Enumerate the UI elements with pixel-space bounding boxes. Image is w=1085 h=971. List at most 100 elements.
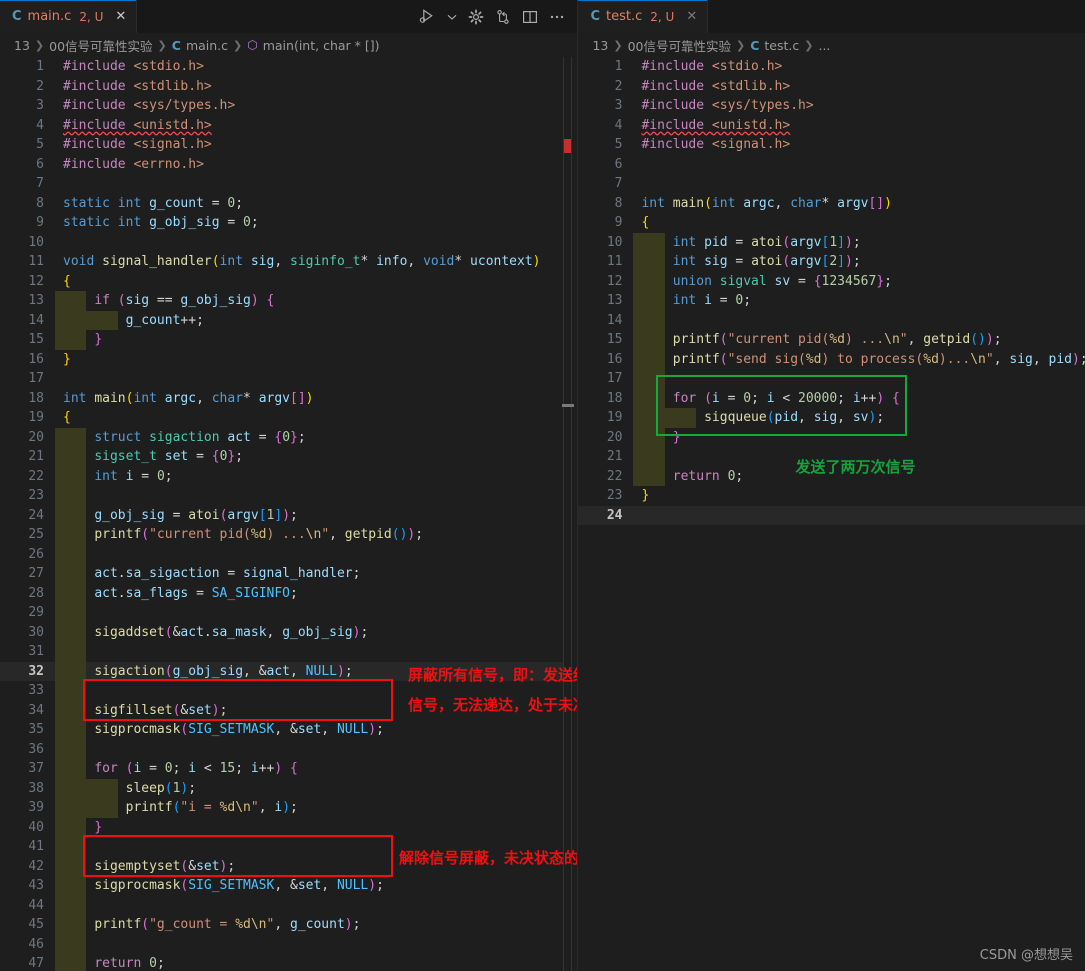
code-token: <errno.h> [133, 156, 204, 172]
code-line: 8 int main(int argc, char* argv[]) [578, 194, 1085, 214]
line-text: #include <signal.h> [633, 135, 1085, 155]
code-token: void [423, 254, 455, 269]
line-number: 15 [28, 332, 44, 347]
code-token: %d [923, 351, 939, 367]
run-and-debug-icon[interactable] [419, 8, 436, 25]
code-token: ; [235, 761, 251, 776]
breadcrumb-folder[interactable]: 00信号可靠性实验 [49, 36, 152, 55]
breadcrumb-symbol[interactable]: main(int, char * []) [263, 38, 380, 53]
line-number: 3 [36, 98, 44, 113]
line-number: 10 [606, 234, 623, 250]
code-line: 10 int pid = atoi(argv[1]); [578, 232, 1085, 252]
code-token: act [180, 624, 204, 640]
code-token: sigaction [149, 429, 220, 445]
editor-group-left: C main.c 2, U ✕ 13 ❯ 00信号可靠性实验 ❯ C main.… [0, 0, 579, 971]
code-token: sig [1009, 351, 1033, 367]
code-token: if [94, 293, 118, 308]
line-number: 43 [28, 878, 44, 893]
code-token: 1 [829, 234, 838, 250]
overview-ruler-left[interactable] [563, 57, 578, 971]
line-text: sigaddset(&act.sa_mask, g_obj_sig); [55, 622, 577, 642]
breadcrumb-file[interactable]: test.c [764, 38, 799, 53]
code-line: 17 [0, 369, 577, 389]
code-editor-left[interactable]: 1 #include <stdio.h> 2 #include <stdlib.h> 3… [0, 57, 578, 971]
line-number: 21 [606, 449, 623, 464]
breadcrumb-root[interactable]: 13 [592, 38, 608, 53]
code-token: ; [290, 800, 298, 815]
code-token: ) [368, 722, 377, 737]
tab-bar-left: C main.c 2, U ✕ [0, 0, 578, 33]
code-token: 2 [829, 254, 838, 269]
code-token: SIG_SETMASK [188, 878, 275, 893]
code-token: g_count [125, 312, 181, 328]
code-token: int [117, 195, 150, 211]
code-token: { [63, 273, 71, 289]
breadcrumb-symbol[interactable]: ... [818, 38, 830, 53]
line-text [55, 486, 577, 506]
code-token: = [250, 429, 275, 445]
gear-icon[interactable] [468, 9, 484, 25]
code-token: ; [290, 585, 298, 601]
code-token: ] [274, 507, 283, 523]
code-token: <signal.h> [133, 137, 212, 152]
code-token: , [266, 624, 283, 640]
code-token: "g_count = [149, 917, 236, 932]
code-line: 22 int i = 0; [0, 466, 577, 486]
line-text: } [55, 330, 577, 350]
code-token: ) [845, 254, 853, 269]
tab-main-c[interactable]: C main.c 2, U ✕ [0, 0, 138, 33]
code-line: 13 if (sig == g_obj_sig) { [0, 291, 577, 311]
line-text: sleep(1); [55, 778, 577, 798]
code-token: \n [235, 800, 251, 815]
breadcrumb-file[interactable]: main.c [186, 38, 228, 53]
line-number: 19 [606, 410, 623, 425]
close-icon[interactable]: ✕ [115, 10, 126, 23]
line-number: 16 [28, 351, 44, 367]
code-token: g_obj_sig [172, 663, 244, 679]
code-token: , [196, 390, 212, 406]
breadcrumb-root[interactable]: 13 [14, 38, 30, 53]
line-text [55, 603, 577, 623]
line-text [633, 310, 1085, 330]
line-number: 4 [36, 117, 44, 133]
code-token: )... [938, 351, 971, 367]
split-editor-icon[interactable] [522, 9, 538, 25]
tab-bar-right: C test.c 2, U ✕ [578, 0, 1085, 33]
line-text: return 0; [55, 954, 577, 971]
code-token: getpid [344, 527, 392, 542]
line-text: int pid = atoi(argv[1]); [633, 232, 1085, 252]
code-token: ucontext [470, 254, 533, 269]
breadcrumb-folder[interactable]: 00信号可靠性实验 [628, 36, 731, 55]
code-line: 21 sigset_t set = {0}; [0, 447, 577, 467]
code-token: ( [211, 254, 220, 269]
code-line: 37 for (i = 0; i < 15; i++) { [0, 759, 577, 779]
code-token: ; [884, 273, 892, 289]
chevron-down-icon[interactable] [447, 12, 457, 22]
code-line: 1 #include <stdio.h> [578, 57, 1085, 77]
line-number: 7 [36, 176, 44, 191]
line-number: 30 [28, 624, 44, 640]
close-icon[interactable]: ✕ [686, 10, 697, 23]
line-text: act.sa_flags = SA_SIGINFO; [55, 583, 577, 603]
line-text: act.sa_sigaction = signal_handler; [55, 564, 577, 584]
code-token: } [94, 332, 103, 347]
code-token: %d [805, 351, 822, 367]
code-token: #include [641, 78, 712, 94]
code-token: #include [641, 98, 712, 113]
line-text: void signal_handler(int sig, siginfo_t* … [55, 252, 577, 272]
line-number: 18 [606, 390, 623, 406]
code-token: <sys/types.h> [133, 98, 236, 113]
code-editor-right[interactable]: 1 #include <stdio.h> 2 #include <stdlib.h> 3… [578, 57, 1085, 971]
source-control-icon[interactable] [495, 9, 511, 25]
tab-test-c[interactable]: C test.c 2, U ✕ [578, 0, 709, 33]
code-line: 26 [0, 544, 577, 564]
more-actions-icon[interactable] [549, 9, 565, 25]
code-token: sv [774, 273, 791, 289]
overview-error-marker [564, 139, 572, 153]
line-text: g_obj_sig = atoi(argv[1]); [55, 505, 577, 525]
tab-label: test.c [606, 9, 643, 24]
code-line: 18 int main(int argc, char* argv[]) [0, 389, 577, 409]
line-number: 6 [614, 156, 623, 172]
code-token: return [94, 956, 150, 971]
code-token: } [63, 351, 71, 367]
